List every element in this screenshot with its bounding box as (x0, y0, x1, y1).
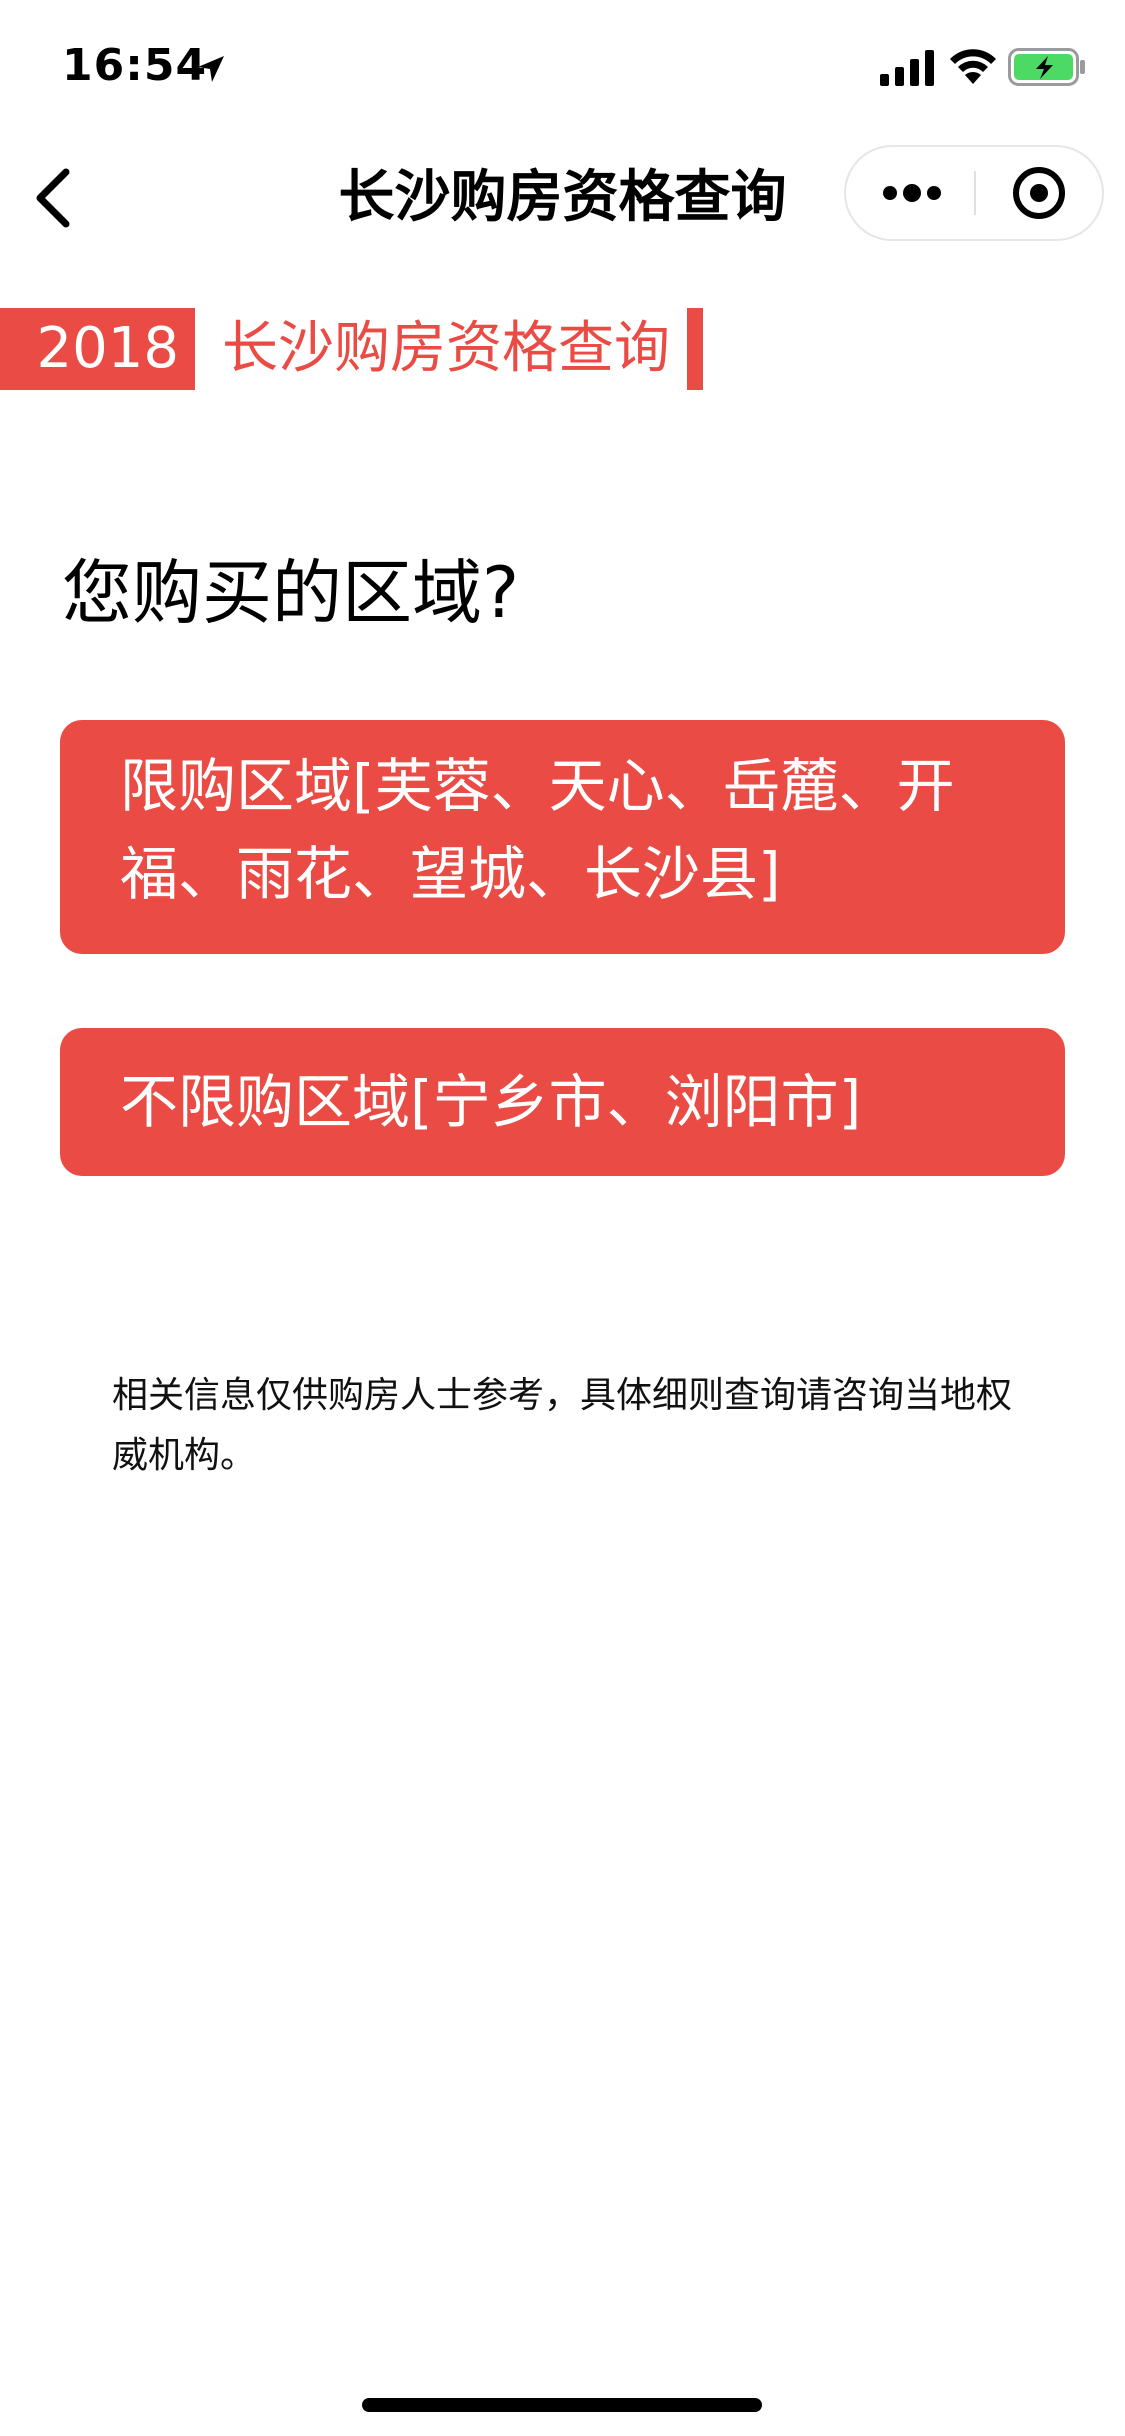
banner-year: 2018 (0, 308, 195, 390)
banner-title: 长沙购房资格查询 (222, 316, 670, 381)
home-indicator[interactable] (362, 2398, 762, 2412)
battery-charging-icon (1008, 48, 1085, 86)
back-button[interactable] (20, 158, 90, 238)
location-arrow-icon (198, 56, 224, 82)
mini-program-capsule (844, 145, 1104, 241)
wifi-icon (950, 49, 996, 84)
page-title: 长沙购房资格查询 (338, 165, 787, 230)
banner: 2018 长沙购房资格查询 (0, 308, 1125, 390)
disclaimer-text: 相关信息仅供购房人士参考，具体细则查询请咨询当地权威机构。 (112, 1375, 1013, 1476)
more-dots-icon (883, 184, 941, 202)
question-heading: 您购买的区域? (62, 552, 520, 634)
screen: 16:54 长沙购房资格查询 2018 长沙购房资格查询 您购买的区域? 限购区… (0, 0, 1125, 2436)
option-unrestricted-area-button[interactable]: 不限购区域[宁乡市、浏阳市] (60, 1028, 1065, 1176)
chevron-left-icon (36, 168, 70, 228)
status-time: 16:54 (62, 40, 208, 91)
cellular-signal-icon (880, 50, 934, 86)
banner-accent-bar (687, 308, 703, 390)
target-circle-icon (1013, 167, 1065, 219)
more-button[interactable] (846, 147, 974, 239)
nav-bar: 长沙购房资格查询 (0, 140, 1125, 255)
status-bar: 16:54 (0, 0, 1125, 140)
option-restricted-area-button[interactable]: 限购区域[芙蓉、天心、岳麓、开福、雨花、望城、长沙县] (60, 720, 1065, 954)
close-mini-program-button[interactable] (976, 147, 1102, 239)
